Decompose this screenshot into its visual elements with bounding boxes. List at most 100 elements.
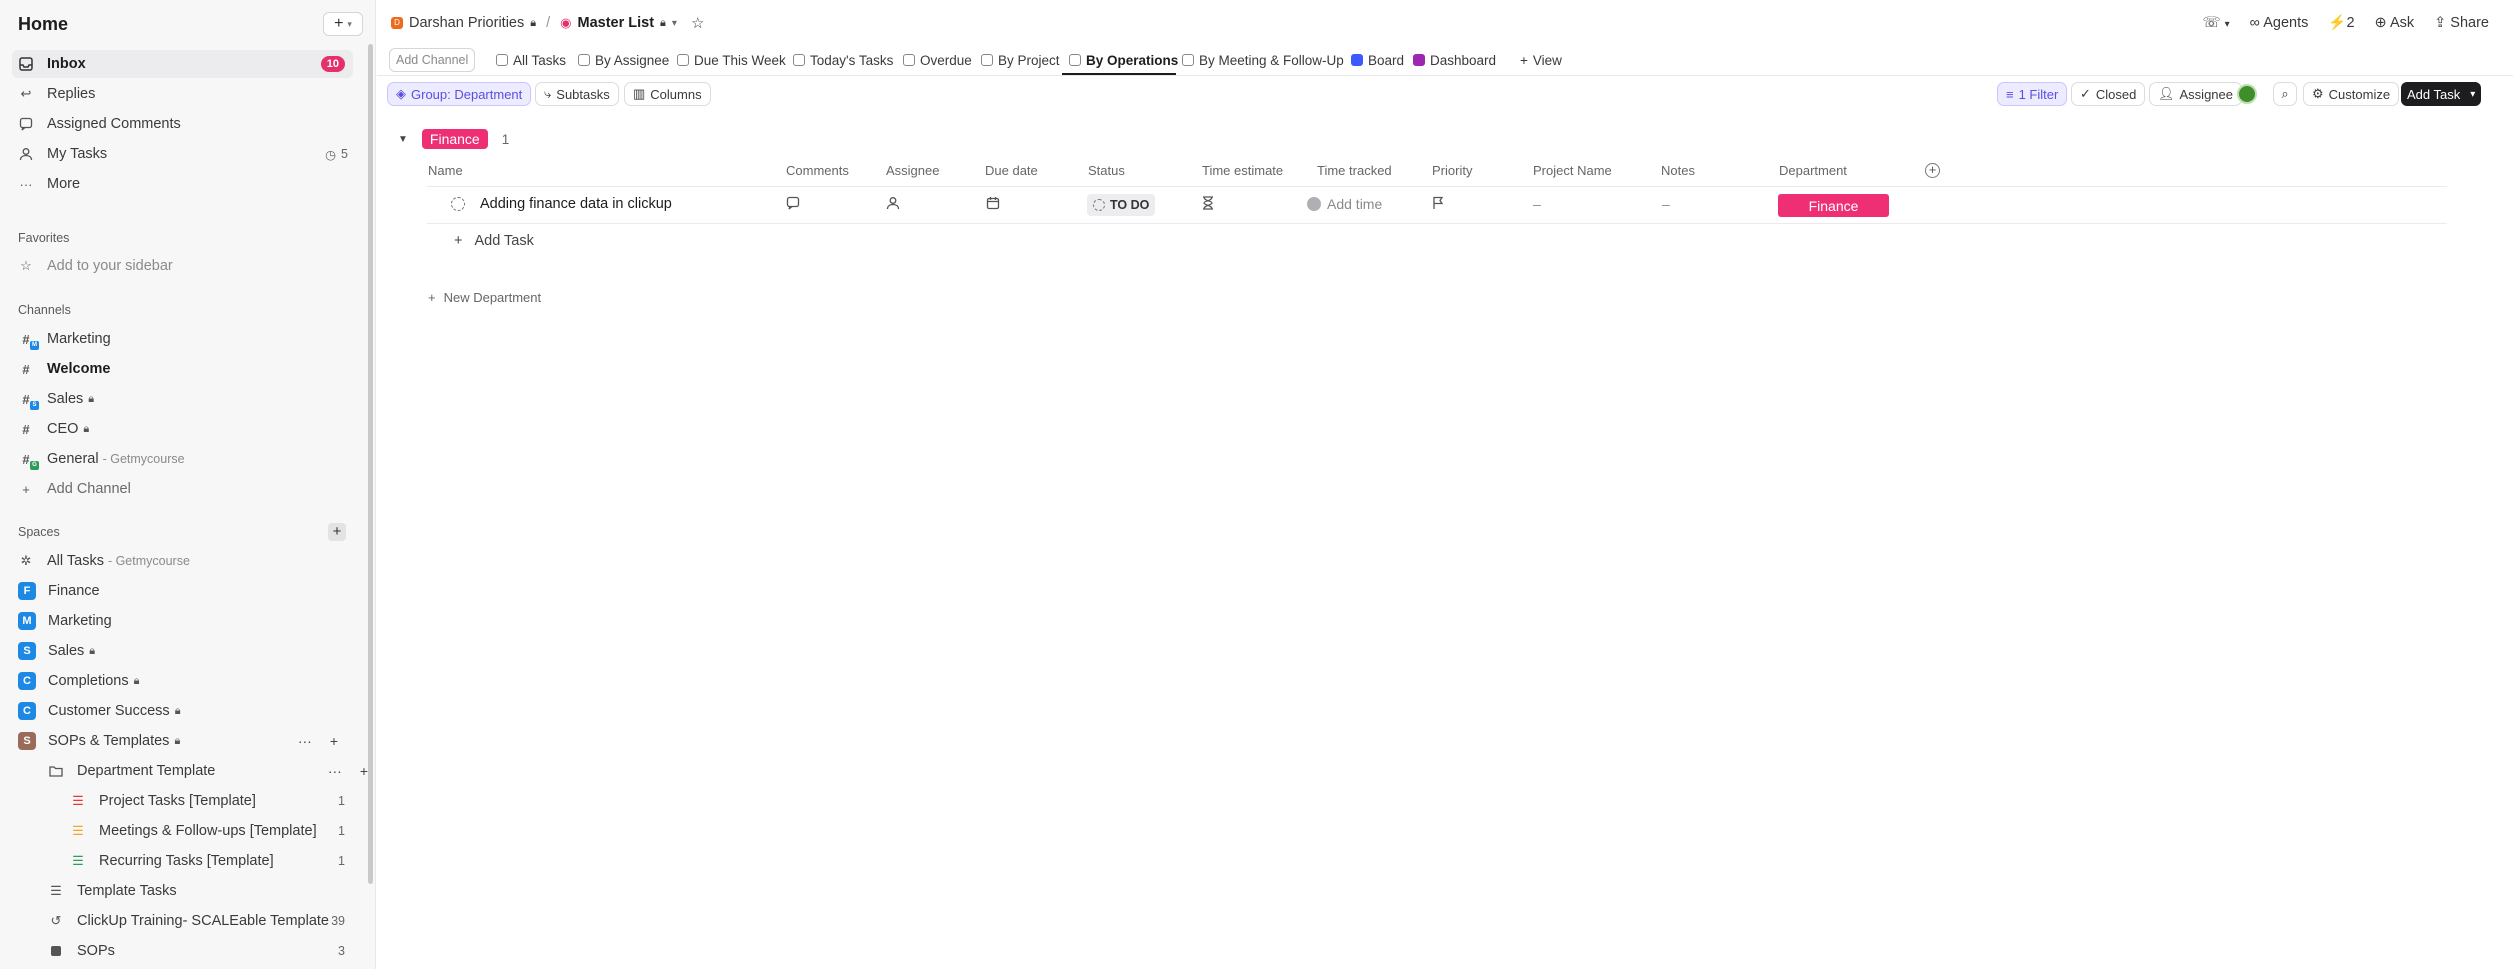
sidebar-item-my-tasks[interactable]: My Tasks ◷ 5 bbox=[18, 140, 348, 168]
closed-toggle[interactable]: ✓ Closed bbox=[2071, 82, 2146, 106]
sidebar-item-replies[interactable]: ↩ Replies bbox=[18, 80, 348, 108]
list-sops[interactable]: SOPs 3 bbox=[48, 937, 345, 965]
share-button[interactable]: ⇪ Share bbox=[2434, 15, 2489, 31]
space-customer-success[interactable]: C Customer Success 🔒︎ bbox=[18, 697, 348, 725]
tab-dashboard[interactable]: Dashboard bbox=[1413, 48, 1496, 72]
sidebar-item-more[interactable]: ··· More bbox=[18, 170, 348, 198]
column-header-status[interactable]: Status bbox=[1088, 163, 1125, 178]
status-badge[interactable]: TO DO bbox=[1087, 194, 1156, 216]
ask-button[interactable]: ⊕ Ask bbox=[2375, 15, 2415, 31]
column-header-project-name[interactable]: Project Name bbox=[1533, 163, 1612, 178]
customize-button[interactable]: ⚙ Customize bbox=[2303, 82, 2400, 106]
space-sales[interactable]: S Sales 🔒︎ bbox=[18, 637, 348, 665]
agents-button[interactable]: ∞ Agents bbox=[2250, 15, 2309, 31]
group-by-button[interactable]: ◈ Group: Department bbox=[387, 82, 532, 106]
comment-icon[interactable] bbox=[786, 196, 800, 210]
add-channel-button[interactable]: + Add Channel bbox=[18, 475, 348, 503]
space-sops-templates[interactable]: S SOPs & Templates 🔒︎ ··· + bbox=[18, 727, 348, 755]
column-header-assignee[interactable]: Assignee bbox=[886, 163, 939, 178]
task-name[interactable]: Adding finance data in clickup bbox=[480, 196, 672, 212]
column-header-time-tracked[interactable]: Time tracked bbox=[1317, 163, 1392, 178]
columns-button[interactable]: ▥ Columns bbox=[624, 82, 711, 106]
assignee-filter[interactable]: 👤︎ Assignee bbox=[2149, 82, 2242, 106]
avatar[interactable] bbox=[2237, 84, 2257, 104]
column-header-name[interactable]: Name bbox=[428, 163, 463, 178]
tab-by-assignee[interactable]: By Assignee bbox=[578, 48, 669, 72]
sidebar-scrollbar[interactable] bbox=[368, 44, 373, 884]
row-actions: ··· + bbox=[298, 733, 338, 749]
tab-by-meeting-follow-up[interactable]: By Meeting & Follow-Up bbox=[1182, 48, 1344, 72]
channel-welcome[interactable]: # Welcome bbox=[18, 355, 348, 383]
sidebar-item-assigned-comments[interactable]: Assigned Comments bbox=[18, 110, 348, 138]
project-name-cell[interactable]: – bbox=[1533, 196, 1541, 212]
add-task-inline-button[interactable]: + Add Task bbox=[454, 233, 534, 249]
plus-icon[interactable]: + bbox=[360, 763, 368, 779]
breadcrumb-space[interactable]: Darshan Priorities bbox=[409, 15, 524, 31]
collapse-caret-icon[interactable]: ▼ bbox=[398, 134, 408, 145]
agents-icon: ∞ bbox=[2249, 14, 2261, 31]
more-icon[interactable]: ··· bbox=[328, 763, 342, 779]
chevron-down-icon[interactable]: ▾ bbox=[2470, 89, 2475, 100]
calendar-icon[interactable] bbox=[986, 196, 1000, 210]
column-header-department[interactable]: Department bbox=[1779, 163, 1847, 178]
tab-todays-tasks[interactable]: Today's Tasks bbox=[793, 48, 893, 72]
space-avatar-icon: M bbox=[18, 612, 36, 630]
channel-sales[interactable]: # S Sales 🔒︎ bbox=[18, 385, 348, 413]
lock-icon: 🔒︎ bbox=[133, 674, 140, 687]
list-template-tasks[interactable]: ☰ Template Tasks bbox=[48, 877, 345, 905]
flag-icon[interactable] bbox=[1432, 196, 1444, 210]
add-to-sidebar[interactable]: ☆ Add to your sidebar bbox=[18, 252, 348, 280]
tab-by-project[interactable]: By Project bbox=[981, 48, 1060, 72]
column-header-priority[interactable]: Priority bbox=[1432, 163, 1472, 178]
breadcrumb-list[interactable]: Master List bbox=[577, 15, 654, 31]
column-header-time-estimate[interactable]: Time estimate bbox=[1202, 163, 1283, 178]
tab-board[interactable]: Board bbox=[1351, 48, 1404, 72]
tab-due-this-week[interactable]: Due This Week bbox=[677, 48, 786, 72]
inbox-icon bbox=[18, 56, 34, 72]
column-header-due-date[interactable]: Due date bbox=[985, 163, 1038, 178]
add-space-button[interactable]: + bbox=[328, 523, 346, 541]
add-channel-tab-button[interactable]: Add Channel bbox=[389, 48, 476, 72]
list-meetings-follow-ups[interactable]: ☰ Meetings & Follow-ups [Template] 1 bbox=[70, 817, 345, 845]
list-project-tasks[interactable]: ☰ Project Tasks [Template] 1 bbox=[70, 787, 345, 815]
department-tag[interactable]: Finance bbox=[1778, 194, 1889, 217]
sidebar-item-inbox[interactable]: Inbox 10 bbox=[12, 50, 353, 78]
chevron-down-icon[interactable]: ▾ bbox=[672, 18, 677, 29]
plus-icon[interactable]: + bbox=[330, 733, 338, 749]
channel-general[interactable]: # G General - Getmycourse bbox=[18, 445, 348, 473]
space-all-tasks[interactable]: ✲ All Tasks - Getmycourse bbox=[18, 547, 348, 575]
space-finance[interactable]: F Finance bbox=[18, 577, 348, 605]
channel-ceo[interactable]: # CEO 🔒︎ bbox=[18, 415, 348, 443]
add-task-button[interactable]: Add Task ▾ bbox=[2401, 82, 2482, 106]
new-department-button[interactable]: + New Department bbox=[428, 290, 541, 305]
filter-button[interactable]: ≡ 1 Filter bbox=[1997, 82, 2068, 106]
phone-icon[interactable]: ☏ ▾ bbox=[2202, 15, 2229, 31]
task-status-icon[interactable] bbox=[451, 197, 465, 211]
time-tracked-cell[interactable]: Add time bbox=[1307, 196, 1382, 212]
add-view-button[interactable]: + View bbox=[1520, 48, 1562, 72]
tab-all-tasks[interactable]: All Tasks bbox=[496, 48, 566, 72]
subtasks-button[interactable]: ⤷ Subtasks bbox=[535, 82, 619, 106]
create-new-button[interactable]: + ▾ bbox=[323, 12, 363, 36]
column-header-comments[interactable]: Comments bbox=[786, 163, 849, 178]
column-header-notes[interactable]: Notes bbox=[1661, 163, 1695, 178]
notifications-button[interactable]: ⚡2 bbox=[2328, 14, 2354, 31]
folder-department-template[interactable]: Department Template ··· + bbox=[48, 757, 368, 785]
list-clickup-training[interactable]: ↺ ClickUp Training- SCALEable Template 3… bbox=[48, 907, 345, 935]
list-icon bbox=[496, 54, 508, 66]
tab-by-operations[interactable]: By Operations bbox=[1069, 48, 1178, 72]
space-completions[interactable]: C Completions 🔒︎ bbox=[18, 667, 348, 695]
hourglass-icon[interactable] bbox=[1202, 196, 1214, 210]
assignee-add-icon[interactable] bbox=[886, 196, 900, 210]
list-icon: ☰ bbox=[72, 823, 84, 838]
more-icon[interactable]: ··· bbox=[298, 733, 312, 749]
group-label[interactable]: Finance bbox=[421, 129, 488, 149]
tab-overdue[interactable]: Overdue bbox=[903, 48, 972, 72]
search-button[interactable]: ⌕ bbox=[2273, 82, 2297, 106]
add-column-button[interactable]: + bbox=[1925, 163, 1940, 178]
notes-cell[interactable]: – bbox=[1662, 196, 1670, 212]
channel-marketing[interactable]: # M Marketing bbox=[18, 325, 348, 353]
space-marketing[interactable]: M Marketing bbox=[18, 607, 348, 635]
star-icon[interactable]: ☆ bbox=[691, 14, 704, 32]
list-recurring-tasks[interactable]: ☰ Recurring Tasks [Template] 1 bbox=[70, 847, 345, 875]
